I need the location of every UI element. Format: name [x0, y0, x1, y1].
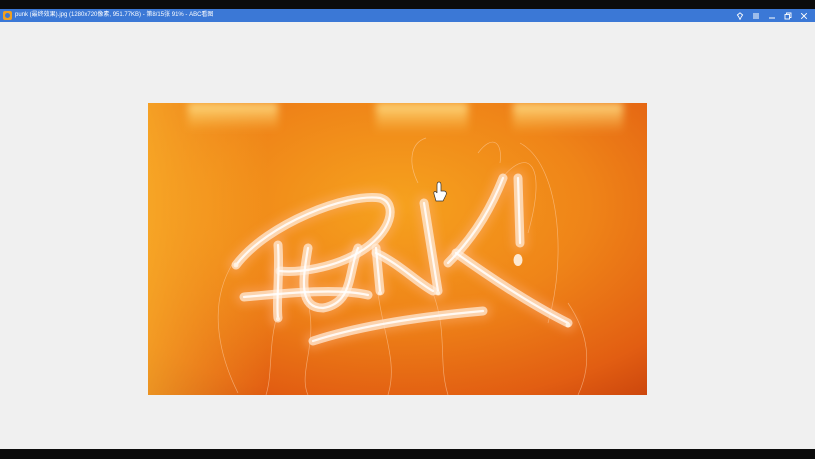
pin-icon[interactable] [733, 9, 747, 22]
menu-icon[interactable] [749, 9, 763, 22]
window-title: punk (最终效果).jpg (1280x720像素, 951.77KB) -… [15, 12, 214, 18]
close-icon[interactable] [797, 9, 811, 22]
displayed-image[interactable] [148, 103, 647, 395]
restore-icon[interactable] [781, 9, 795, 22]
window-controls [731, 9, 811, 22]
title-bar[interactable]: punk (最终效果).jpg (1280x720像素, 951.77KB) -… [0, 9, 815, 22]
minimize-icon[interactable] [765, 9, 779, 22]
app-logo-icon [3, 11, 12, 20]
image-viewer-canvas[interactable] [0, 22, 815, 449]
bottom-screen-edge [0, 449, 815, 459]
top-screen-edge [0, 0, 815, 9]
